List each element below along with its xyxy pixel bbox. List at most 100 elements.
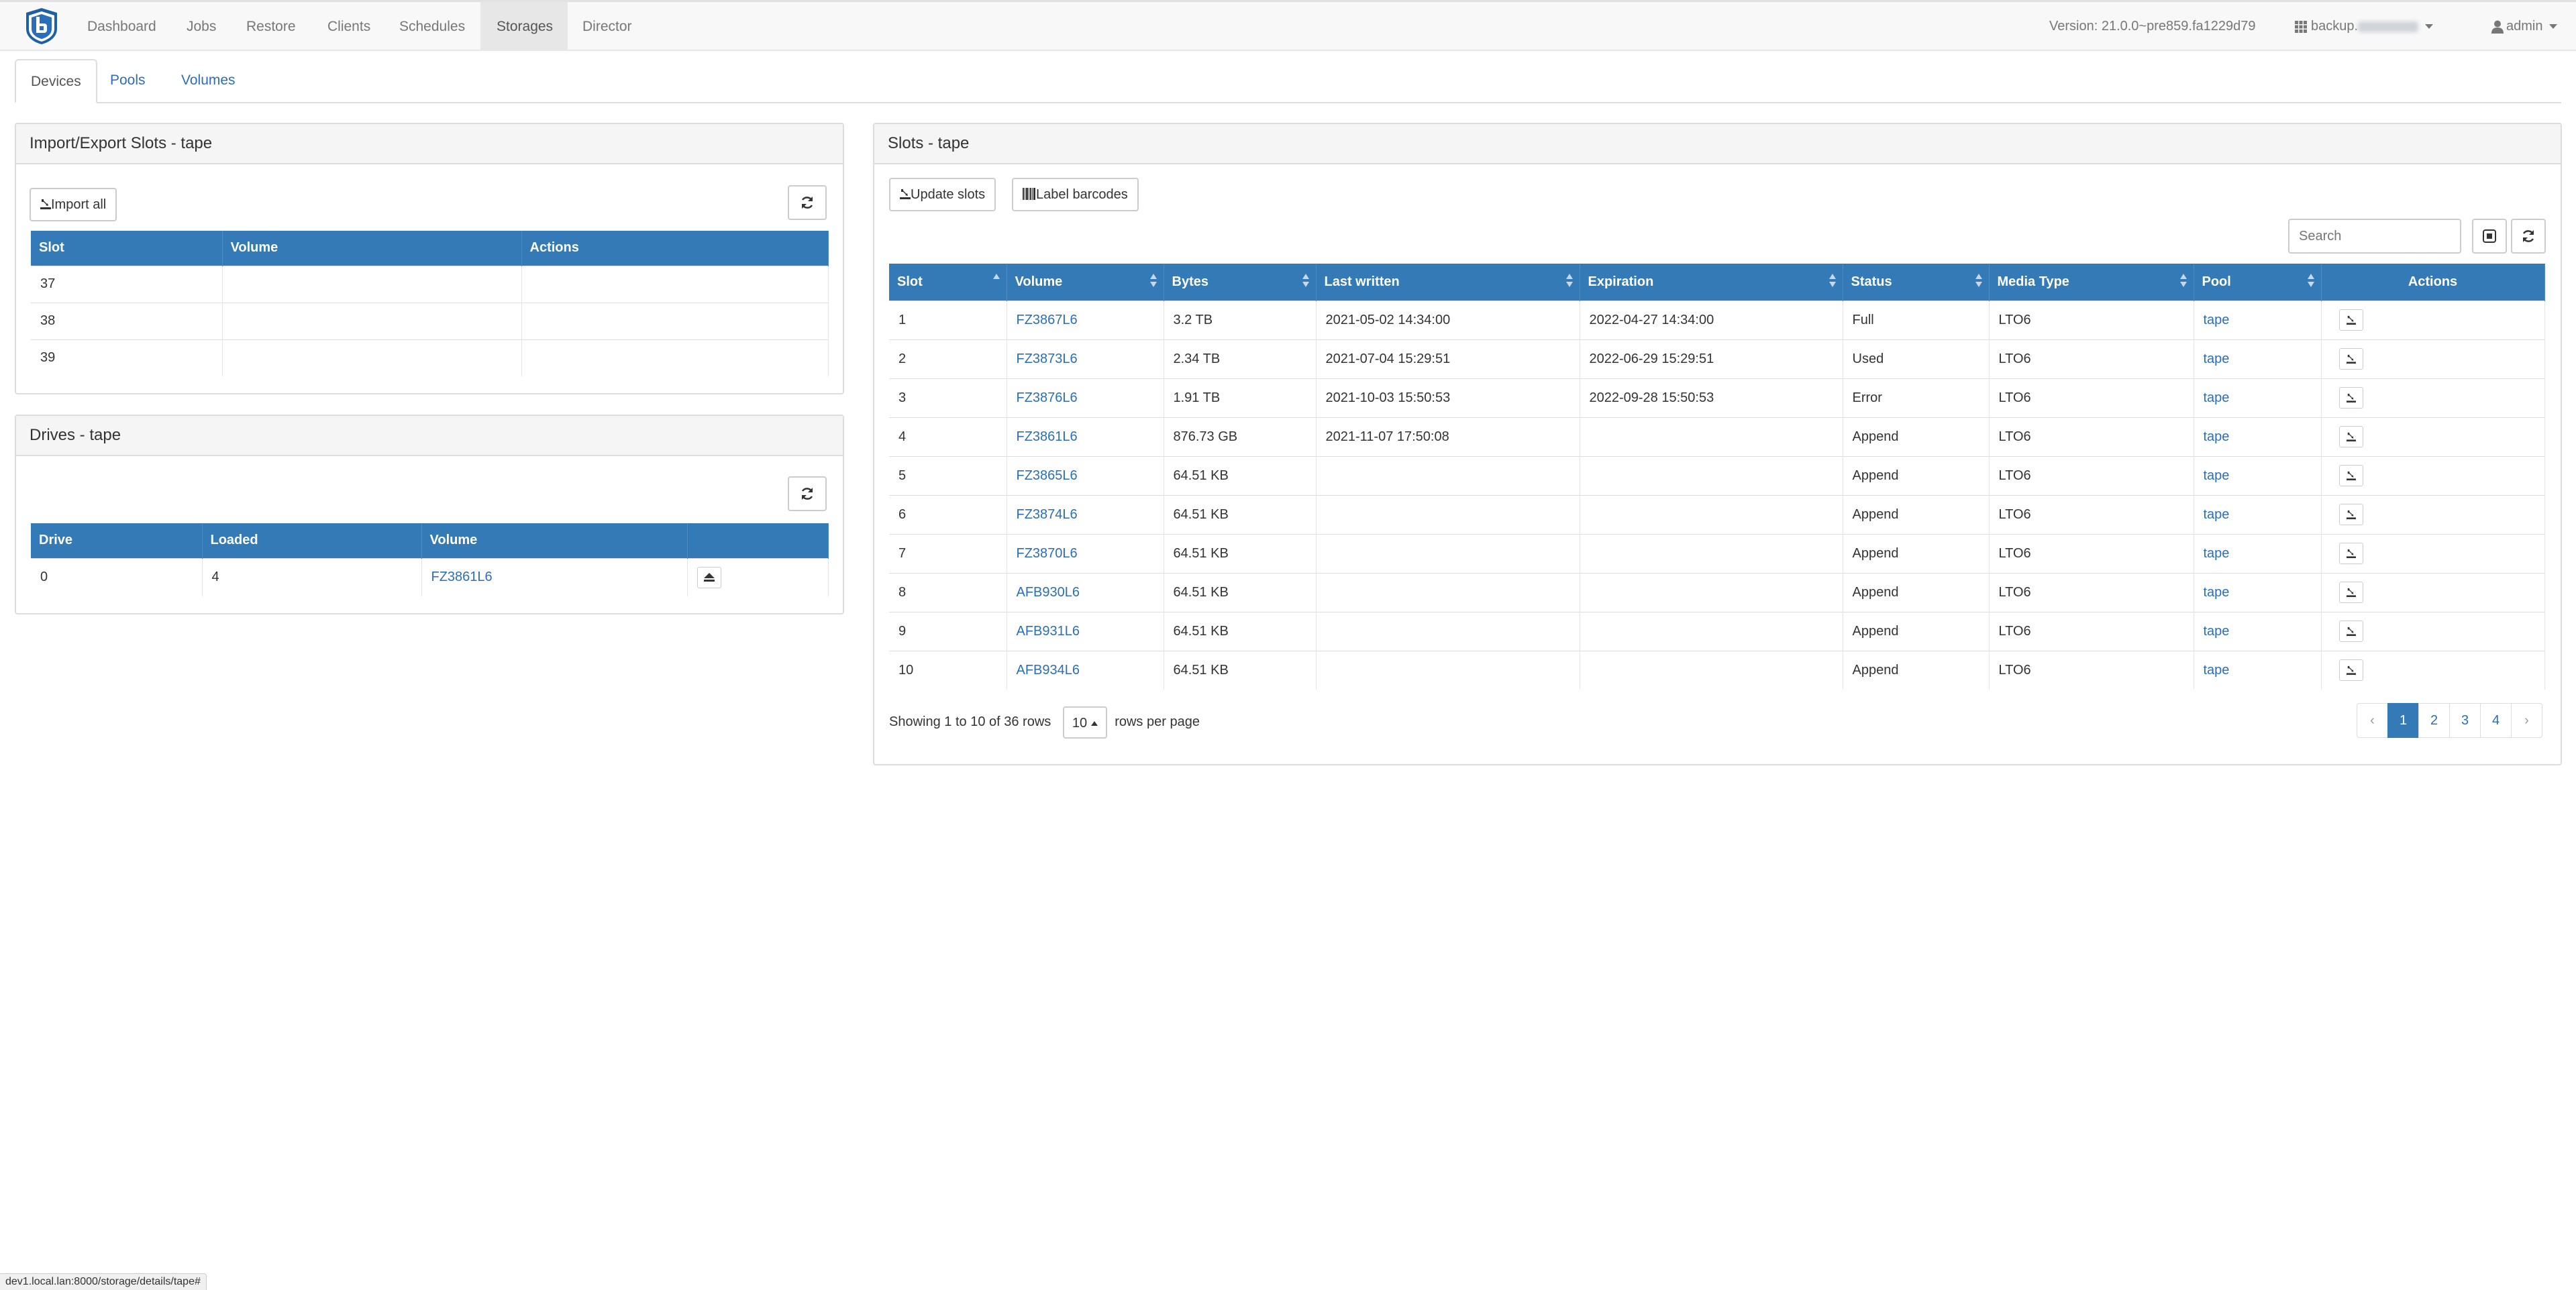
load-button[interactable] <box>2338 504 2363 525</box>
status-cell: Append <box>1843 494 1990 534</box>
load-button[interactable] <box>2338 309 2363 331</box>
pool-link[interactable]: tape <box>2204 352 2230 366</box>
pool-link[interactable]: tape <box>2204 507 2230 522</box>
load-button[interactable] <box>2338 465 2363 486</box>
page-prev[interactable]: ‹ <box>2357 703 2388 738</box>
pool-cell: tape <box>2194 417 2322 456</box>
volume-link[interactable]: FZ3865L6 <box>1017 468 1078 483</box>
expiration-cell <box>1580 650 1843 690</box>
expiration-cell: 2022-06-29 15:29:51 <box>1580 339 1843 378</box>
pool-cell: tape <box>2194 533 2322 573</box>
volume-cell: FZ3874L6 <box>1007 494 1164 534</box>
refresh-button[interactable] <box>788 476 827 511</box>
column-header[interactable]: Loaded <box>202 523 422 558</box>
load-button[interactable] <box>2338 387 2363 409</box>
nav-schedules[interactable]: Schedules <box>383 2 481 51</box>
pool-link[interactable]: tape <box>2204 313 2230 327</box>
volume-cell: AFB930L6 <box>1007 572 1164 612</box>
import-icon <box>2346 588 2356 597</box>
page-4[interactable]: 4 <box>2480 703 2512 738</box>
volume-link[interactable]: FZ3867L6 <box>1017 313 1078 327</box>
tab-volumes[interactable]: Volumes <box>166 59 250 102</box>
table-row: 9 AFB931L6 64.51 KB Append LTO6 tape <box>889 611 2545 651</box>
columns-toggle-button[interactable] <box>2472 219 2507 254</box>
column-header-expiration[interactable]: Expiration <box>1580 264 1843 301</box>
slot-cell: 38 <box>31 302 223 339</box>
column-header[interactable]: Volume <box>421 523 688 558</box>
column-header-media-type[interactable]: Media Type <box>1989 264 2194 301</box>
load-button[interactable] <box>2338 582 2363 603</box>
sort-asc-icon <box>992 272 1000 288</box>
media-type-cell: LTO6 <box>1989 533 2194 573</box>
pool-link[interactable]: tape <box>2204 429 2230 444</box>
nav-restore[interactable]: Restore <box>230 2 312 51</box>
volume-cell: FZ3870L6 <box>1007 533 1164 573</box>
load-button[interactable] <box>2338 621 2363 642</box>
column-header-status[interactable]: Status <box>1843 264 1990 301</box>
volume-link[interactable]: FZ3861L6 <box>1017 429 1078 444</box>
volume-cell: FZ3876L6 <box>1007 378 1164 417</box>
nav-jobs[interactable]: Jobs <box>170 2 232 51</box>
bytes-cell: 64.51 KB <box>1164 572 1317 612</box>
load-button[interactable] <box>2338 348 2363 370</box>
pool-link[interactable]: tape <box>2204 468 2230 483</box>
column-header[interactable]: Drive <box>31 523 203 558</box>
sort-icon <box>1975 272 1982 288</box>
slot-cell: 7 <box>889 533 1007 573</box>
import-all-label: Import all <box>51 197 107 212</box>
unload-button[interactable] <box>697 566 721 588</box>
volume-link[interactable]: AFB931L6 <box>1017 624 1080 639</box>
volume-link[interactable]: FZ3874L6 <box>1017 507 1078 522</box>
column-header[interactable]: Slot <box>31 231 223 266</box>
column-header[interactable]: Volume <box>222 231 522 266</box>
nav-storages[interactable]: Storages <box>480 2 568 51</box>
director-dropdown[interactable]: backup. <box>2295 2 2434 51</box>
tab-pools[interactable]: Pools <box>95 59 160 102</box>
pool-link[interactable]: tape <box>2204 390 2230 405</box>
column-header-slot[interactable]: Slot <box>889 264 1007 301</box>
page-size-dropdown[interactable]: 10 <box>1062 706 1107 739</box>
load-button[interactable] <box>2338 543 2363 564</box>
column-header-bytes[interactable]: Bytes <box>1164 264 1317 301</box>
table-row: 7 FZ3870L6 64.51 KB Append LTO6 tape <box>889 533 2545 573</box>
import-all-button[interactable]: Import all <box>30 188 117 221</box>
volume-link[interactable]: FZ3873L6 <box>1017 352 1078 366</box>
nav-director[interactable]: Director <box>566 2 648 51</box>
page-next[interactable]: › <box>2511 703 2542 738</box>
user-dropdown[interactable]: admin <box>2491 2 2558 51</box>
nav-clients[interactable]: Clients <box>311 2 387 51</box>
load-button[interactable] <box>2338 426 2363 447</box>
column-header-volume[interactable]: Volume <box>1007 264 1164 301</box>
refresh-icon <box>2522 230 2534 242</box>
label-barcodes-button[interactable]: Label barcodes <box>1012 178 1139 211</box>
column-header-last-written[interactable]: Last written <box>1316 264 1580 301</box>
volume-link[interactable]: FZ3870L6 <box>1017 546 1078 561</box>
volume-link[interactable]: AFB934L6 <box>1017 663 1080 678</box>
volume-link[interactable]: AFB930L6 <box>1017 585 1080 600</box>
bareos-logo[interactable] <box>25 7 58 45</box>
page-2[interactable]: 2 <box>2418 703 2450 738</box>
refresh-button[interactable] <box>2511 219 2546 254</box>
pool-link[interactable]: tape <box>2204 624 2230 639</box>
pool-link[interactable]: tape <box>2204 585 2230 600</box>
nav-dashboard[interactable]: Dashboard <box>71 2 172 51</box>
load-button[interactable] <box>2338 659 2363 682</box>
page-1[interactable]: 1 <box>2387 703 2419 738</box>
tab-devices[interactable]: Devices <box>15 59 97 103</box>
table-row: 5 FZ3865L6 64.51 KB Append LTO6 tape <box>889 455 2545 495</box>
media-type-cell: LTO6 <box>1989 572 2194 612</box>
expiration-cell <box>1580 417 1843 456</box>
page-3[interactable]: 3 <box>2449 703 2481 738</box>
volume-link[interactable]: FZ3876L6 <box>1017 390 1078 405</box>
pool-link[interactable]: tape <box>2204 546 2230 561</box>
pool-link[interactable]: tape <box>2204 663 2230 678</box>
volume-link[interactable]: FZ3861L6 <box>431 570 493 584</box>
media-type-cell: LTO6 <box>1989 339 2194 378</box>
update-slots-button[interactable]: Update slots <box>889 178 996 211</box>
volume-cell: AFB934L6 <box>1007 650 1164 690</box>
grid-icon <box>2295 20 2307 33</box>
panel-title: Slots - tape <box>874 124 2561 164</box>
column-header-pool[interactable]: Pool <box>2194 264 2322 301</box>
refresh-button[interactable] <box>788 185 827 220</box>
search-input[interactable] <box>2288 219 2461 254</box>
